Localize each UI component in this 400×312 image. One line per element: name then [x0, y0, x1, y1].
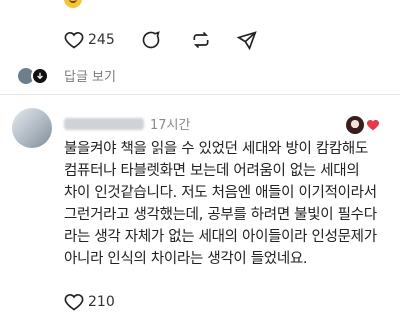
comment-line: 아니라 인식의 차이라는 생각이 들었네요. [64, 251, 308, 267]
share-icon [236, 31, 257, 50]
comment-line: 그런거라고 생각했는데, 공부를 하려면 불빛이 필수다 [64, 207, 377, 223]
repost-button[interactable] [191, 30, 211, 50]
share-button[interactable] [236, 30, 257, 50]
avatar[interactable] [12, 108, 52, 148]
comment-line: 라는 생각 자체가 없는 세대의 아이들이라 인성문제가 [64, 229, 377, 245]
reply-badge [31, 67, 49, 85]
divider [0, 94, 400, 95]
view-replies-link[interactable]: 답글 보기 [64, 66, 116, 85]
like-button[interactable]: 210 [64, 292, 115, 312]
grinning-face-emoji [64, 0, 82, 8]
username[interactable] [64, 117, 144, 130]
first-comment-actions: 245 [64, 30, 283, 50]
heart-icon[interactable] [366, 117, 380, 136]
timestamp: 17시간 [150, 118, 191, 133]
second-comment-actions: 210 [64, 292, 141, 312]
comment-icon [142, 31, 160, 49]
comment-text: 불을켜야 책을 읽을 수 있었던 세대와 방이 캄캄해도 컴퓨터나 타블렛화면 … [64, 138, 388, 270]
comment-header: 17시간 [64, 114, 190, 133]
comment-line: 컴퓨터나 타블렛화면 보는데 어려움이 없는 세대의 [64, 163, 360, 179]
like-count: 210 [88, 294, 115, 310]
arrow-down-icon [37, 72, 43, 80]
reply-avatars[interactable] [16, 64, 49, 88]
heart-icon [64, 293, 84, 311]
repost-icon [193, 31, 209, 49]
comment-line: 불을켜야 책을 읽을 수 있었던 세대와 방이 캄캄해도 [64, 141, 369, 157]
like-button[interactable]: 245 [64, 30, 115, 50]
heart-icon [64, 31, 84, 49]
like-count: 245 [88, 32, 115, 48]
author-avatar [346, 116, 364, 134]
comment-line: 차이 인것같습니다. 저도 처음엔 애들이 이기적이라서 [64, 185, 377, 201]
comment-button[interactable] [141, 30, 165, 50]
